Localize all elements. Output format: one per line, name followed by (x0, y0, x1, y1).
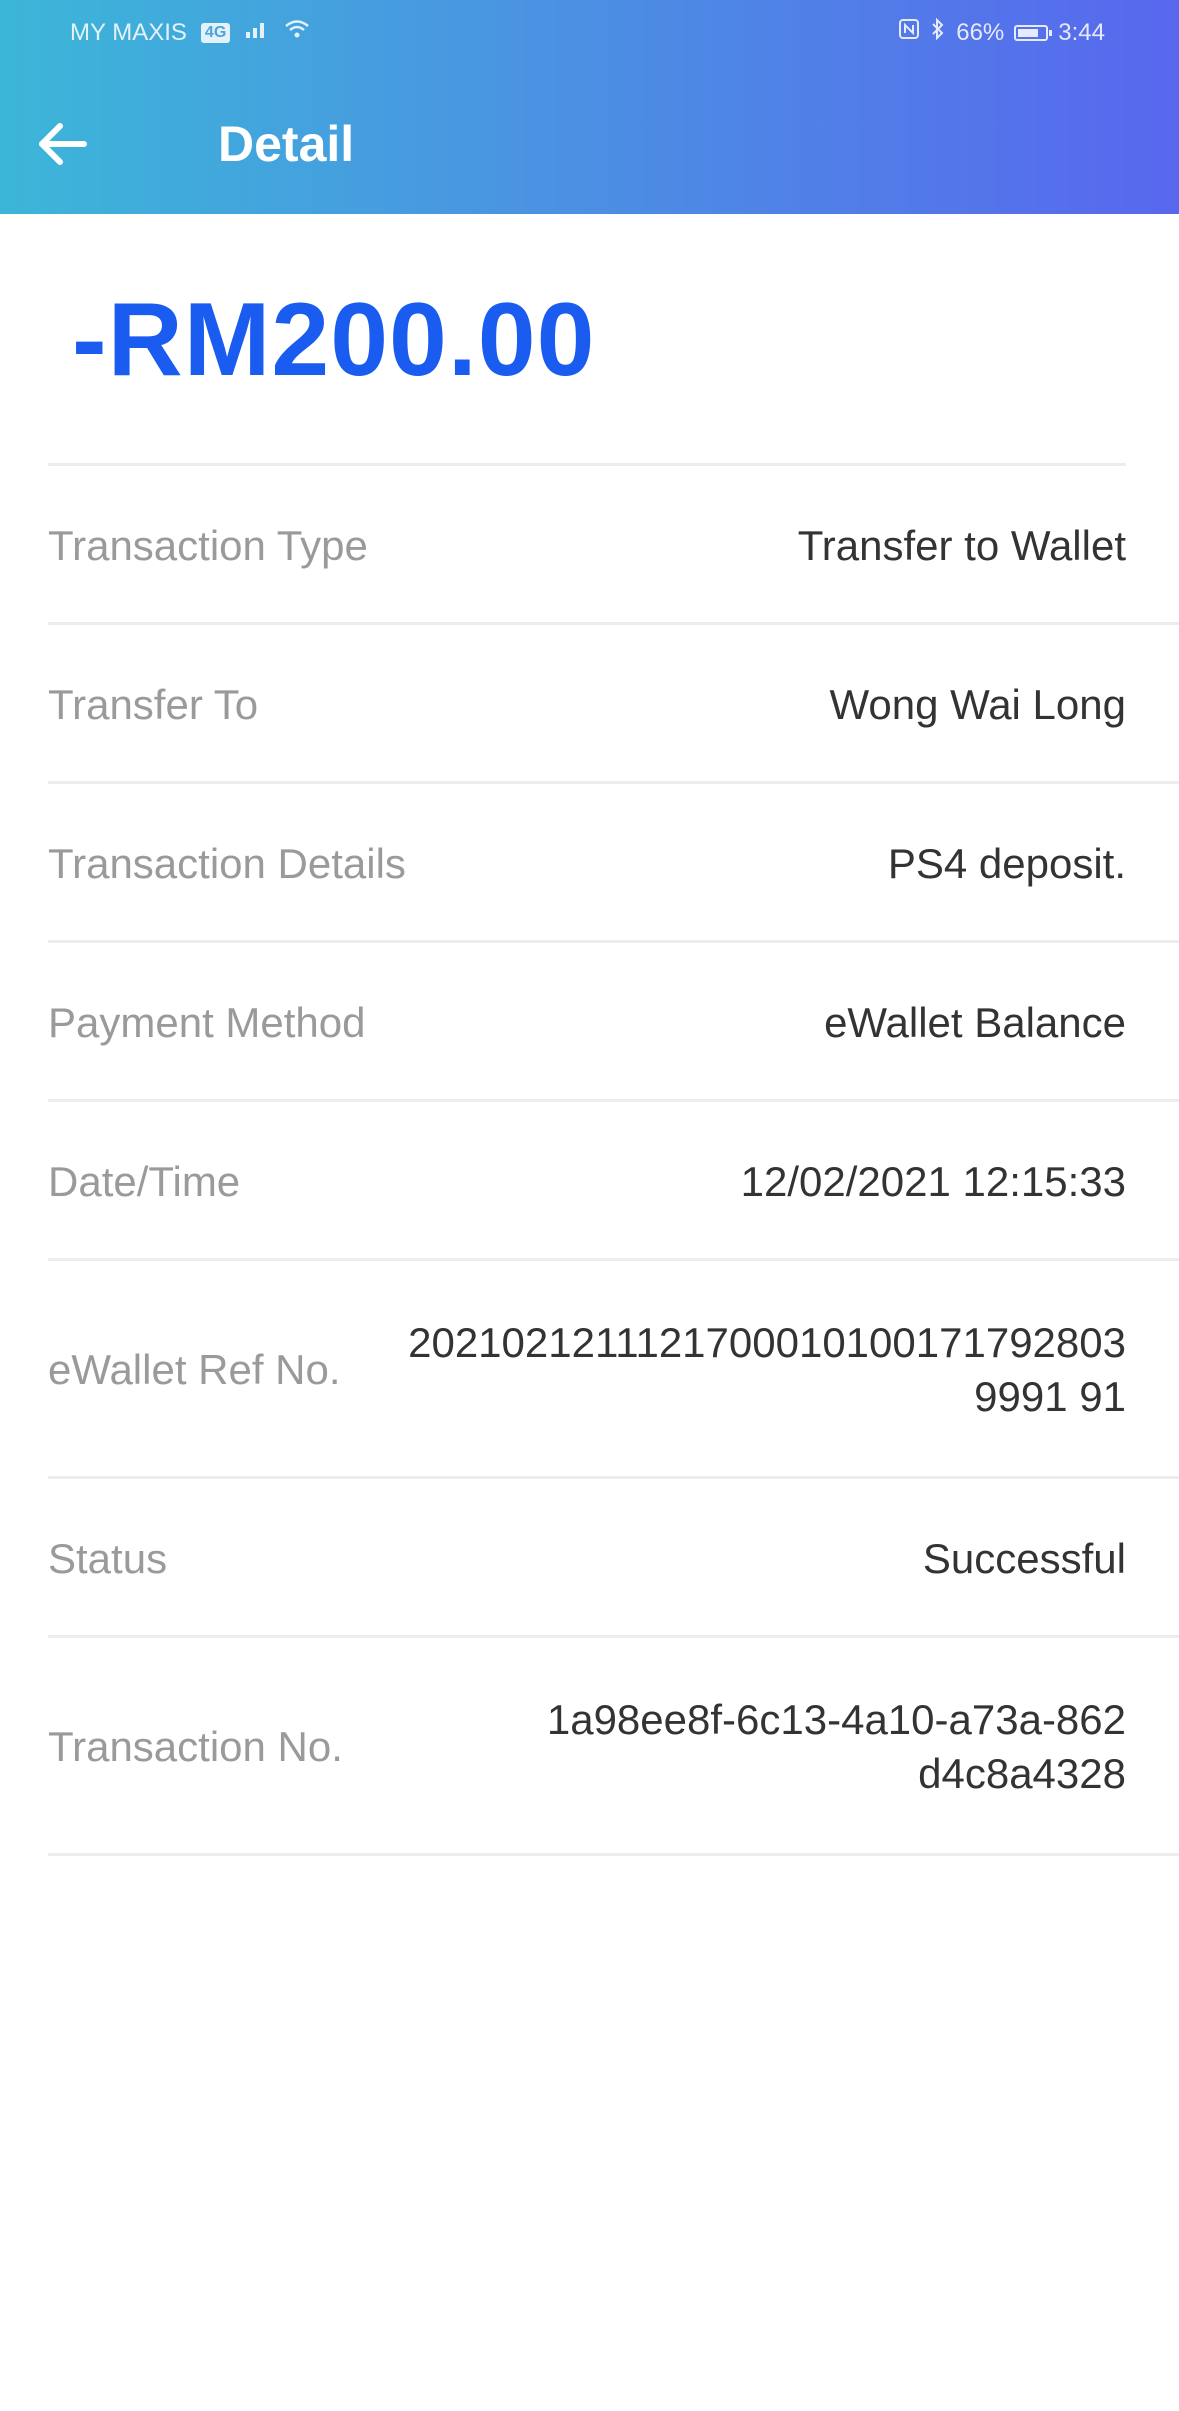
detail-value: 1a98ee8f-6c13-4a10-a73a-862d4c8a4328 (546, 1696, 1126, 1797)
detail-value: PS4 deposit. (887, 839, 1126, 887)
detail-row-transfer-to: Transfer To Wong Wai Long (0, 625, 1179, 784)
clock: 3:44 (1058, 18, 1105, 46)
detail-label: eWallet Ref No. (48, 1346, 341, 1393)
signal-icon (244, 18, 270, 47)
detail-value: Transfer to Wallet (797, 521, 1126, 569)
detail-row-payment-method: Payment Method eWallet Balance (0, 943, 1179, 1102)
detail-row-transaction-type: Transaction Type Transfer to Wallet (0, 466, 1179, 625)
detail-row-ewallet-ref-no: eWallet Ref No. 202102121112170001010017… (0, 1261, 1179, 1479)
detail-label: Transaction Details (48, 839, 406, 887)
status-bar: MY MAXIS 4G 66% 3:44 (0, 0, 1179, 66)
detail-row-transaction-details: Transaction Details PS4 deposit. (0, 784, 1179, 943)
detail-label: Payment Method (48, 998, 366, 1046)
arrow-left-icon (34, 120, 90, 173)
battery-icon (1014, 24, 1053, 41)
detail-label: Date/Time (48, 1157, 241, 1205)
carrier-label: MY MAXIS (70, 18, 187, 46)
wifi-icon (284, 18, 310, 47)
nfc-icon (898, 18, 920, 47)
page-title: Detail (218, 116, 355, 172)
bluetooth-icon (930, 17, 946, 47)
detail-value: 12/02/2021 12:15:33 (740, 1157, 1126, 1205)
detail-row-transaction-no: Transaction No. 1a98ee8f-6c13-4a10-a73a-… (0, 1638, 1179, 1856)
transaction-detail-screen: MY MAXIS 4G 66% 3:44 Detail -RM200.00 Tr… (0, 0, 1179, 2411)
detail-list: Transaction Type Transfer to Wallet Tran… (0, 466, 1179, 1856)
nav-row: Detail (0, 96, 1179, 192)
detail-label: Transaction Type (48, 521, 368, 569)
status-bar-right: 66% 3:44 (898, 17, 1105, 47)
transaction-amount: -RM200.00 (72, 282, 596, 398)
detail-label: Status (48, 1534, 168, 1582)
detail-value: 20210212111217000101001717928039991 91 (408, 1319, 1126, 1420)
back-button[interactable] (26, 110, 98, 182)
network-badge: 4G (200, 22, 231, 43)
detail-value: Wong Wai Long (829, 680, 1126, 728)
app-header: MY MAXIS 4G 66% 3:44 Detail (0, 0, 1179, 214)
detail-value: eWallet Balance (824, 998, 1126, 1046)
detail-row-date-time: Date/Time 12/02/2021 12:15:33 (0, 1102, 1179, 1261)
battery-percent: 66% (956, 18, 1005, 46)
detail-row-status: Status Successful (0, 1479, 1179, 1638)
detail-label: Transfer To (48, 680, 259, 728)
detail-value: Successful (922, 1534, 1126, 1582)
detail-label: Transaction No. (48, 1723, 343, 1770)
status-bar-left: MY MAXIS 4G (70, 18, 310, 47)
